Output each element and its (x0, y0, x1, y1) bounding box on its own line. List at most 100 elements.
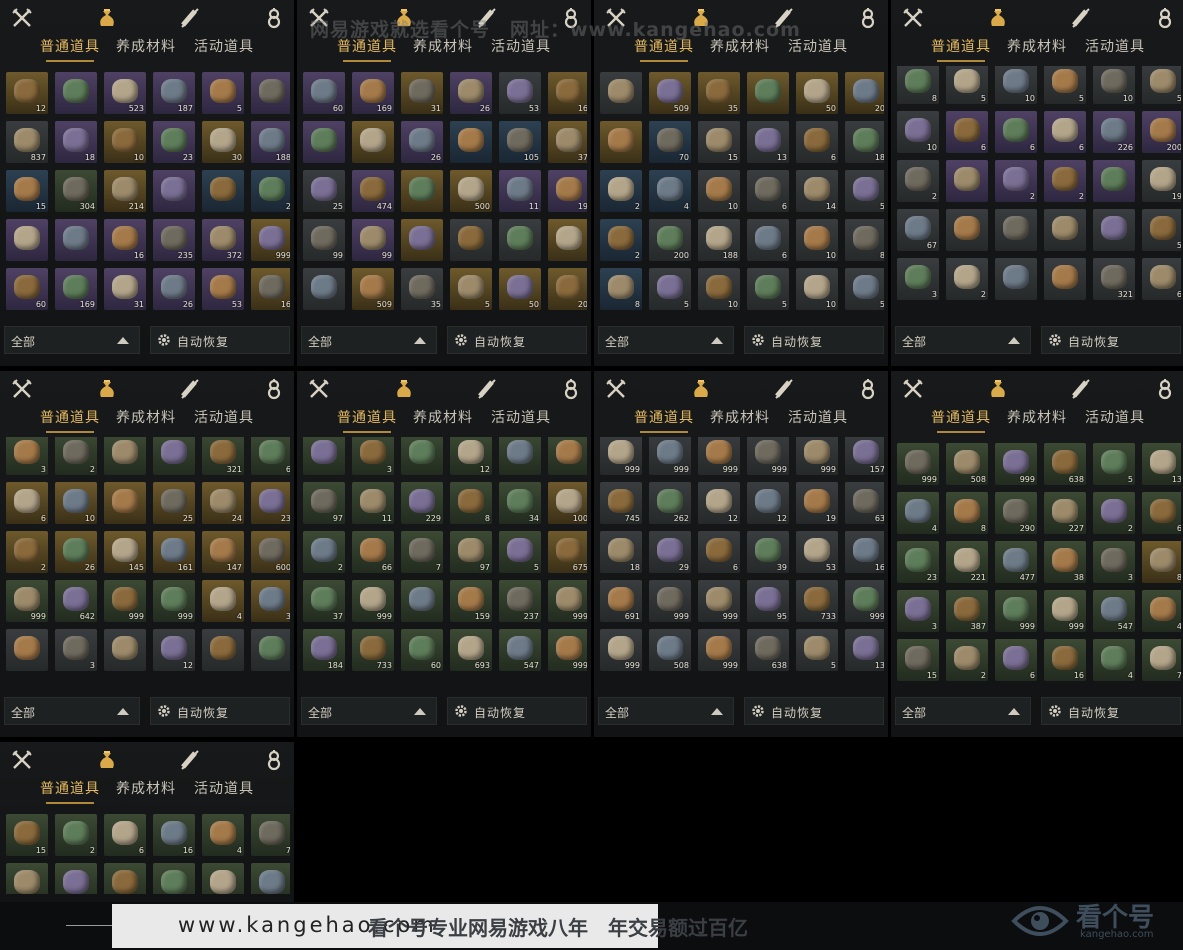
item-slot[interactable]: 8 (897, 66, 939, 104)
item-slot[interactable]: 146 (6, 863, 48, 894)
tab-material[interactable]: 养成材料 (116, 407, 176, 427)
item-slot[interactable]: 184 (303, 629, 345, 671)
item-slot[interactable]: 6 (995, 639, 1037, 681)
auto-restore-button[interactable]: 自动恢复 (150, 326, 290, 354)
item-slot[interactable] (303, 437, 345, 475)
item-slot[interactable]: 523 (104, 72, 146, 114)
item-slot[interactable]: 3 (251, 580, 290, 622)
item-slot[interactable]: 999 (548, 629, 587, 671)
auto-restore-button[interactable]: 自动恢复 (744, 697, 884, 725)
item-slot[interactable]: 15 (897, 639, 939, 681)
item-slot[interactable]: 10 (698, 268, 740, 310)
item-slot[interactable]: 509 (649, 72, 691, 114)
item-slot[interactable] (946, 209, 988, 251)
item-slot[interactable]: 6 (1142, 258, 1181, 300)
scroll-icon[interactable] (475, 377, 499, 401)
item-slot[interactable]: 10 (796, 219, 838, 261)
item-slot[interactable]: 16 (548, 72, 587, 114)
item-slot[interactable]: 37 (548, 121, 587, 163)
item-slot[interactable]: 10 (55, 482, 97, 524)
item-slot[interactable]: 16 (1044, 639, 1086, 681)
item-slot[interactable]: 6 (104, 814, 146, 856)
item-slot[interactable]: 999 (104, 863, 146, 894)
item-slot[interactable]: 733 (352, 629, 394, 671)
money-bag-icon[interactable] (986, 6, 1010, 30)
item-slot[interactable] (401, 437, 443, 475)
item-slot[interactable]: 11 (352, 482, 394, 524)
scroll-icon[interactable] (178, 377, 202, 401)
item-slot[interactable]: 733 (796, 580, 838, 622)
item-slot[interactable]: 999 (995, 590, 1037, 632)
filter-dropdown[interactable]: 全部 (301, 326, 437, 354)
item-slot[interactable]: 6 (6, 482, 48, 524)
item-slot[interactable]: 675 (548, 531, 587, 573)
item-slot[interactable]: 18 (55, 121, 97, 163)
item-slot[interactable] (548, 437, 587, 475)
item-slot[interactable]: 30 (202, 121, 244, 163)
item-slot[interactable]: 2 (946, 258, 988, 300)
tab-event[interactable]: 活动道具 (194, 36, 254, 56)
item-slot[interactable] (747, 72, 789, 114)
item-slot[interactable]: 837 (6, 121, 48, 163)
tab-normal[interactable]: 普通道具 (634, 407, 694, 433)
item-grid[interactable]: 15 2 6 16 4 7 146197999253319 (6, 808, 290, 894)
item-slot[interactable] (401, 219, 443, 261)
item-slot[interactable]: 642 (55, 580, 97, 622)
item-slot[interactable]: 7 (1142, 639, 1181, 681)
item-slot[interactable]: 6 (698, 531, 740, 573)
item-slot[interactable]: 3 (202, 863, 244, 894)
item-slot[interactable]: 70 (649, 121, 691, 163)
item-slot[interactable]: 23 (251, 482, 290, 524)
item-slot[interactable] (153, 170, 195, 212)
item-slot[interactable] (104, 629, 146, 671)
scroll-icon[interactable] (178, 6, 202, 30)
item-slot[interactable] (600, 121, 642, 163)
item-slot[interactable]: 999 (897, 443, 939, 485)
money-bag-icon[interactable] (95, 377, 119, 401)
item-slot[interactable]: 20 (845, 72, 884, 114)
item-slot[interactable]: 547 (1093, 590, 1135, 632)
tab-event[interactable]: 活动道具 (194, 778, 254, 798)
item-slot[interactable]: 321 (202, 437, 244, 475)
item-slot[interactable]: 2 (897, 160, 939, 202)
item-slot[interactable] (995, 209, 1037, 251)
item-slot[interactable] (600, 72, 642, 114)
item-slot[interactable]: 23 (153, 121, 195, 163)
gourd-icon[interactable] (1153, 377, 1177, 401)
item-slot[interactable]: 600 (251, 531, 290, 573)
crossed-swords-icon[interactable] (307, 377, 331, 401)
item-slot[interactable]: 5 (649, 268, 691, 310)
item-slot[interactable]: 12 (698, 482, 740, 524)
item-slot[interactable]: 105 (499, 121, 541, 163)
auto-restore-button[interactable]: 自动恢复 (447, 697, 587, 725)
crossed-swords-icon[interactable] (901, 6, 925, 30)
item-slot[interactable]: 4 (1142, 590, 1181, 632)
item-slot[interactable]: 10 (1093, 66, 1135, 104)
item-slot[interactable] (499, 219, 541, 261)
item-slot[interactable]: 26 (401, 121, 443, 163)
item-slot[interactable]: 12 (6, 72, 48, 114)
item-slot[interactable]: 508 (649, 629, 691, 671)
item-slot[interactable]: 26 (153, 268, 195, 310)
money-bag-icon[interactable] (95, 6, 119, 30)
tab-normal[interactable]: 普通道具 (931, 407, 991, 433)
item-slot[interactable]: 5 (202, 72, 244, 114)
item-slot[interactable]: 999 (649, 580, 691, 622)
item-grid[interactable]: 60 169 31 26 53 16 26 105 37 25 474 500 11 19 99 99 509 3… (303, 66, 587, 318)
item-slot[interactable] (6, 629, 48, 671)
scroll-icon[interactable] (1069, 6, 1093, 30)
item-slot[interactable] (153, 437, 195, 475)
item-slot[interactable]: 63 (845, 482, 884, 524)
item-slot[interactable]: 60 (6, 268, 48, 310)
item-slot[interactable]: 14 (796, 170, 838, 212)
item-slot[interactable]: 13 (845, 629, 884, 671)
gourd-icon[interactable] (262, 377, 286, 401)
item-slot[interactable] (251, 72, 290, 114)
item-slot[interactable]: 19 (548, 170, 587, 212)
item-grid[interactable]: 999 999 999 999 999 157 745 262 12 12 19 63 18 29 6 39 5… (600, 437, 884, 689)
item-slot[interactable]: 2 (303, 531, 345, 573)
tab-material[interactable]: 养成材料 (116, 778, 176, 798)
item-grid[interactable]: 3 2 321 6 6 10 25 24 23 2 26 145 161 147 600 999 642 999 9… (6, 437, 290, 689)
item-slot[interactable]: 25 (303, 170, 345, 212)
tab-material[interactable]: 养成材料 (116, 36, 176, 56)
